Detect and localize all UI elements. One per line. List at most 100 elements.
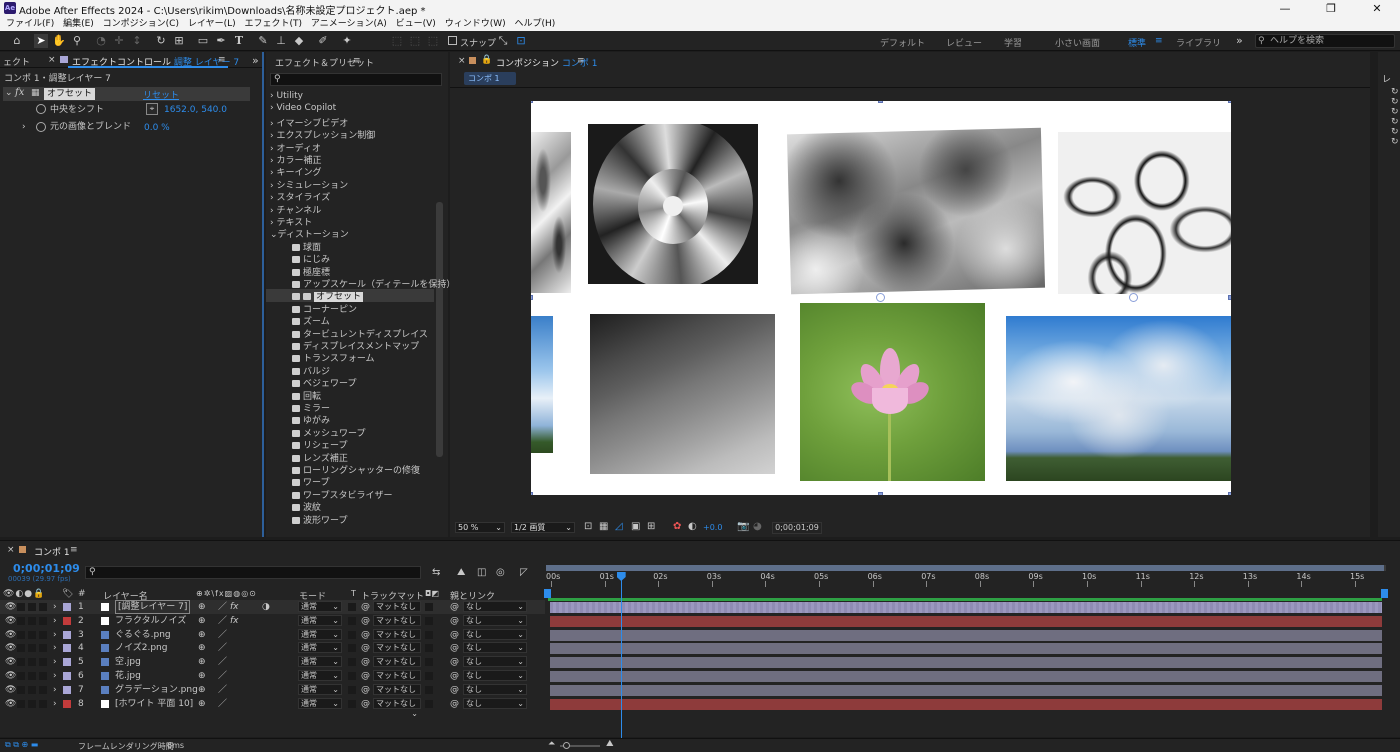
stopwatch-icon[interactable]: [36, 122, 46, 132]
expand-layer-icon[interactable]: ›: [53, 641, 57, 655]
shy-switch-icon[interactable]: ⊕: [198, 614, 206, 628]
quality-switch-icon[interactable]: ／: [218, 697, 227, 711]
layer-duration-bar[interactable]: [550, 684, 1382, 696]
grid-icon[interactable]: ⊞: [647, 521, 655, 532]
graph-editor-icon[interactable]: ◸: [520, 567, 528, 578]
effect-category[interactable]: › シミュレーション: [270, 178, 348, 191]
mode-select[interactable]: 通常 ⌄: [298, 628, 342, 640]
quality-switch-icon[interactable]: ／: [218, 669, 227, 683]
lock-switch[interactable]: [39, 644, 47, 653]
brush-tool-icon[interactable]: ✎: [256, 34, 270, 48]
status-toggle-icons[interactable]: ⧉ ⧉ ⊕ ▬: [5, 740, 38, 750]
transform-handle[interactable]: [1228, 295, 1231, 300]
mode-select[interactable]: 通常 ⌄: [298, 697, 342, 709]
preserve-transparency-switch[interactable]: [348, 644, 356, 653]
partial-tab[interactable]: ェクト: [3, 55, 30, 68]
hand-tool-icon[interactable]: ✋: [52, 34, 66, 48]
solo-switch[interactable]: [28, 644, 36, 653]
effect-category[interactable]: › イマーシブビデオ: [270, 116, 348, 129]
workspace-library[interactable]: ライブラリ: [1176, 36, 1221, 49]
shy-switch-icon[interactable]: ⊕: [198, 655, 206, 669]
eraser-tool-icon[interactable]: ◆: [292, 34, 306, 48]
matte-pickwhip-icon[interactable]: @: [361, 600, 370, 614]
shy-layers-icon[interactable]: ◫: [477, 567, 486, 578]
effect-category[interactable]: › キーイング: [270, 165, 322, 178]
reset-link[interactable]: リセット: [143, 88, 179, 101]
effect-item[interactable]: トランスフォーム: [292, 351, 375, 364]
preserve-transparency-switch[interactable]: [348, 685, 356, 694]
effect-item[interactable]: ズーム: [292, 314, 330, 327]
expand-layer-icon[interactable]: ›: [53, 669, 57, 683]
workspace-default[interactable]: デフォルト: [880, 36, 925, 49]
show-snapshot-icon[interactable]: ◕: [753, 521, 762, 532]
matte-pickwhip-icon[interactable]: @: [361, 655, 370, 669]
mode-select[interactable]: 通常 ⌄: [298, 642, 342, 654]
layer-name[interactable]: グラデーション.png: [115, 683, 198, 697]
expand-prop-icon[interactable]: ›: [22, 121, 26, 133]
matte-switch[interactable]: [425, 644, 433, 653]
solo-switch[interactable]: [28, 630, 36, 639]
zoom-out-icon[interactable]: ⏶: [548, 739, 555, 749]
layer-duration-bar[interactable]: [550, 671, 1382, 682]
quality-switch-icon[interactable]: ／: [218, 628, 227, 642]
layer-row[interactable]: 👁›1[調整レイヤー 7]⊕／fx◑通常⌄@マットなし⌄@なし⌄: [0, 600, 545, 621]
menu-view[interactable]: ビュー(V): [396, 17, 436, 31]
eye-icon[interactable]: 👁: [5, 600, 16, 614]
effect-item[interactable]: レンズ補正: [292, 451, 348, 464]
effect-item[interactable]: アップスケール（ディテールを保持）: [292, 277, 455, 290]
effect-item[interactable]: コーナーピン: [292, 302, 357, 315]
parent-pickwhip-icon[interactable]: @: [450, 614, 459, 628]
layer-row[interactable]: 👁›3ぐるぐる.png⊕／通常⌄@マットなし⌄@なし⌄: [0, 628, 545, 649]
dolly-camera-icon[interactable]: ↕: [130, 34, 144, 48]
mode-select[interactable]: 通常 ⌄: [298, 656, 342, 668]
selection-tool-icon[interactable]: ➤: [34, 34, 48, 48]
audio-switch[interactable]: [17, 658, 25, 667]
expand-effect-icon[interactable]: ⌄: [5, 88, 13, 98]
snap-checkbox[interactable]: [448, 36, 457, 45]
expand-layer-icon[interactable]: ›: [53, 600, 57, 614]
parent-pickwhip-icon[interactable]: @: [450, 600, 459, 614]
panel-menu-icon[interactable]: ≡: [70, 545, 78, 555]
expand-layer-icon[interactable]: ›: [53, 655, 57, 669]
label-color-swatch[interactable]: [63, 630, 71, 639]
effect-category-open[interactable]: ⌄ディストーション: [270, 227, 349, 240]
effect-item[interactable]: にじみ: [292, 252, 330, 265]
eye-icon[interactable]: 👁: [5, 697, 16, 711]
matte-pickwhip-icon[interactable]: @: [361, 628, 370, 642]
orbit-camera-icon[interactable]: ◔: [94, 34, 108, 48]
audio-switch[interactable]: [17, 685, 25, 694]
menu-animation[interactable]: アニメーション(A): [311, 17, 387, 31]
layer-name[interactable]: ぐるぐる.png: [115, 628, 171, 642]
parent-select[interactable]: なし ⌄: [463, 670, 527, 681]
menu-window[interactable]: ウィンドウ(W): [445, 17, 506, 31]
label-color-swatch[interactable]: [63, 616, 71, 625]
lock-switch[interactable]: [39, 658, 47, 667]
shy-switch-icon[interactable]: ⊕: [198, 628, 206, 642]
zoom-slider[interactable]: [560, 742, 600, 749]
label-color-swatch[interactable]: [63, 658, 71, 667]
parent-pickwhip-icon[interactable]: @: [450, 641, 459, 655]
effect-category[interactable]: › チャンネル: [270, 203, 321, 216]
zoom-in-icon[interactable]: ⛰: [606, 739, 614, 749]
effect-category[interactable]: › エクスプレッション制御: [270, 128, 375, 141]
trackmatte-select[interactable]: マットなし⌄: [373, 670, 421, 690]
snapshot-camera-icon[interactable]: 📷: [737, 521, 749, 532]
shy-switch-icon[interactable]: ⊕: [198, 669, 206, 683]
axis-world-icon[interactable]: ⬚: [408, 34, 422, 48]
effect-category[interactable]: › カラー補正: [270, 153, 322, 166]
preserve-transparency-switch[interactable]: [348, 672, 356, 680]
shy-switch-icon[interactable]: ⊕: [198, 683, 206, 697]
close-tab-icon[interactable]: ×: [48, 55, 56, 65]
matte-switch[interactable]: [425, 672, 433, 680]
workspace-review[interactable]: レビュー: [946, 36, 982, 49]
align-icons[interactable]: ↻ ↻ ↻ ↻ ↻ ↻: [1391, 87, 1399, 147]
effect-item[interactable]: ゆがみ: [292, 413, 330, 426]
more-workspaces-icon[interactable]: »: [1236, 34, 1243, 47]
eye-icon[interactable]: 👁: [5, 683, 16, 697]
layer-row[interactable]: 👁›2フラクタルノイズ⊕／fx通常⌄@マットなし⌄@なし⌄: [0, 614, 545, 635]
pen-tool-icon[interactable]: ✒: [214, 34, 228, 48]
matte-pickwhip-icon[interactable]: @: [361, 614, 370, 628]
matte-pickwhip-icon[interactable]: @: [361, 683, 370, 697]
work-area-end-handle[interactable]: [1381, 589, 1388, 598]
effect-name[interactable]: オフセット: [44, 88, 96, 100]
